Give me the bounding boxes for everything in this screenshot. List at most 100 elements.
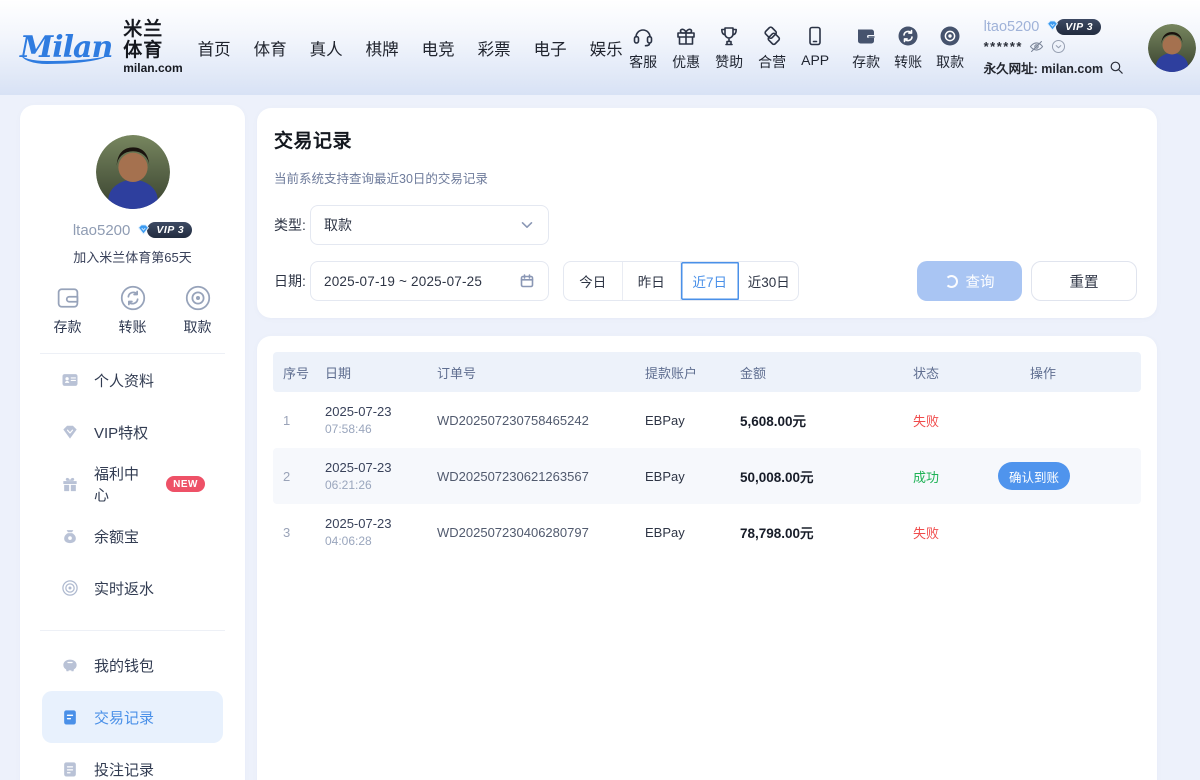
type-label: 类型: bbox=[274, 215, 310, 235]
sidebar-item-vip[interactable]: VIP特权 bbox=[42, 406, 223, 458]
row-account: EBPay bbox=[645, 469, 740, 484]
transaction-records-icon bbox=[60, 707, 80, 727]
masked-balance: ****** bbox=[984, 39, 1023, 54]
page-subtitle: 当前系统支持查询最近30日的交易记录 bbox=[274, 168, 488, 187]
preset-last7days[interactable]: 近7日 bbox=[681, 262, 740, 300]
preset-last30days[interactable]: 近30日 bbox=[740, 262, 799, 300]
sidebar-item-yuebao-label: 余额宝 bbox=[94, 526, 139, 547]
deposit-link[interactable]: 存款 bbox=[851, 24, 882, 72]
sidebar-item-transactions[interactable]: 交易记录 bbox=[42, 691, 223, 743]
eye-off-icon[interactable] bbox=[1028, 38, 1045, 55]
date-range-presets: 今日 昨日 近7日 近30日 bbox=[563, 261, 799, 301]
trophy-icon bbox=[717, 24, 741, 48]
sidebar-item-transactions-label: 交易记录 bbox=[94, 707, 154, 728]
row-order-no: WD202507230621263567 bbox=[437, 469, 645, 484]
balance-dropdown-icon[interactable] bbox=[1050, 38, 1067, 55]
table-row: 3 2025-07-23 04:06:28 WD2025072304062807… bbox=[273, 504, 1141, 560]
sidebar-menu-secondary: 我的钱包 交易记录 投注记录 bbox=[20, 639, 245, 780]
nav-board-games[interactable]: 棋牌 bbox=[361, 32, 404, 64]
vip-gem-icon bbox=[1044, 18, 1061, 35]
sidebar-item-profile[interactable]: 个人资料 bbox=[42, 354, 223, 406]
magnifier-icon[interactable] bbox=[1108, 59, 1125, 76]
avatar[interactable] bbox=[1148, 24, 1196, 72]
row-account: EBPay bbox=[645, 413, 740, 428]
sidebar-deposit-label: 存款 bbox=[54, 317, 82, 337]
col-action: 操作 bbox=[1018, 363, 1141, 382]
transfer-icon bbox=[896, 24, 920, 48]
permanent-url: 永久网址: milan.com bbox=[984, 58, 1103, 77]
nav-sports[interactable]: 体育 bbox=[249, 32, 292, 64]
partner-link[interactable]: 合营 bbox=[757, 24, 788, 72]
type-select[interactable]: 取款 bbox=[310, 205, 549, 245]
withdraw-label: 取款 bbox=[936, 52, 964, 72]
sidebar-item-rebate[interactable]: 实时返水 bbox=[42, 562, 223, 614]
sidebar-item-wallet[interactable]: 我的钱包 bbox=[42, 639, 223, 691]
sidebar-withdraw-label: 取款 bbox=[184, 317, 212, 337]
row-status: 失败 bbox=[913, 523, 1018, 542]
transfer-label: 转账 bbox=[894, 52, 922, 72]
row-amount: 5,608.00元 bbox=[740, 410, 913, 430]
sidebar-item-rebate-label: 实时返水 bbox=[94, 578, 154, 599]
transfer-link[interactable]: 转账 bbox=[893, 24, 924, 72]
confirm-received-button[interactable]: 确认到账 bbox=[998, 462, 1070, 490]
service-link[interactable]: 客服 bbox=[628, 24, 659, 72]
search-button[interactable]: 查询 bbox=[917, 261, 1022, 301]
nav-entertainment[interactable]: 娱乐 bbox=[585, 32, 628, 64]
sidebar-item-welfare[interactable]: 福利中心 NEW bbox=[42, 458, 223, 510]
row-datetime: 2025-07-23 07:58:46 bbox=[325, 404, 437, 436]
nav-home[interactable]: 首页 bbox=[193, 32, 236, 64]
sidebar: ltao5200 VIP 3 加入米兰体育第65天 存款 转账 取款 bbox=[20, 105, 245, 780]
row-action: 确认到账 bbox=[1018, 462, 1141, 490]
row-status: 失败 bbox=[913, 411, 1018, 430]
main-content: 交易记录 当前系统支持查询最近30日的交易记录 类型: 取款 日期: 2025-… bbox=[257, 108, 1157, 780]
nav-slots[interactable]: 电子 bbox=[529, 32, 572, 64]
row-order-no: WD202507230758465242 bbox=[437, 413, 645, 428]
sidebar-item-yuebao[interactable]: 余额宝 bbox=[42, 510, 223, 562]
sidebar-item-bets[interactable]: 投注记录 bbox=[42, 743, 223, 780]
main-nav: 首页 体育 真人 棋牌 电竞 彩票 电子 娱乐 bbox=[193, 32, 628, 64]
filter-card: 交易记录 当前系统支持查询最近30日的交易记录 类型: 取款 日期: 2025-… bbox=[257, 108, 1157, 318]
sidebar-transfer-action[interactable]: 转账 bbox=[117, 283, 148, 337]
type-filter-row: 类型: 取款 bbox=[274, 205, 549, 245]
nav-live[interactable]: 真人 bbox=[305, 32, 348, 64]
col-order-no: 订单号 bbox=[437, 363, 645, 382]
profile-vip-pill: VIP 3 bbox=[147, 222, 192, 238]
preset-yesterday[interactable]: 昨日 bbox=[623, 262, 682, 300]
preset-today[interactable]: 今日 bbox=[564, 262, 623, 300]
app-link[interactable]: APP bbox=[800, 24, 831, 72]
sidebar-deposit-action[interactable]: 存款 bbox=[52, 283, 83, 337]
date-range-input[interactable]: 2025-07-19 ~ 2025-07-25 bbox=[310, 261, 549, 301]
brand-logo[interactable]: Milan 米兰体育 milan.com bbox=[20, 20, 183, 75]
row-order-no: WD202507230406280797 bbox=[437, 525, 645, 540]
calendar-icon bbox=[519, 273, 535, 289]
withdraw-link[interactable]: 取款 bbox=[935, 24, 966, 72]
smartphone-icon bbox=[803, 24, 827, 48]
username[interactable]: ltao5200 bbox=[984, 19, 1040, 35]
row-index: 2 bbox=[283, 469, 325, 484]
withdraw-target-icon bbox=[183, 283, 213, 313]
logo-script-text: Milan bbox=[20, 30, 116, 65]
sidebar-withdraw-action[interactable]: 取款 bbox=[182, 283, 213, 337]
new-badge: NEW bbox=[166, 476, 205, 492]
deposit-wallet-icon bbox=[854, 24, 878, 48]
col-account: 提款账户 bbox=[645, 363, 740, 382]
partnership-icon bbox=[760, 24, 784, 48]
nav-lottery[interactable]: 彩票 bbox=[473, 32, 516, 64]
row-index: 1 bbox=[283, 413, 325, 428]
header-quick-links: 客服 优惠 赞助 合营 APP bbox=[628, 24, 831, 72]
rebate-rings-icon bbox=[60, 578, 80, 598]
sidebar-item-profile-label: 个人资料 bbox=[94, 370, 154, 391]
gem-icon bbox=[60, 422, 80, 442]
profile-username: ltao5200 bbox=[73, 222, 131, 239]
join-days-text: 加入米兰体育第65天 bbox=[20, 247, 245, 263]
reset-button[interactable]: 重置 bbox=[1031, 261, 1137, 301]
promo-link[interactable]: 优惠 bbox=[671, 24, 702, 72]
row-amount: 50,008.00元 bbox=[740, 466, 913, 486]
table-header-row: 序号 日期 订单号 提款账户 金额 状态 操作 bbox=[273, 352, 1141, 392]
promo-label: 优惠 bbox=[672, 52, 700, 72]
nav-esports[interactable]: 电竞 bbox=[417, 32, 460, 64]
sponsor-link[interactable]: 赞助 bbox=[714, 24, 745, 72]
row-amount: 78,798.00元 bbox=[740, 522, 913, 542]
vip-badge: VIP 3 bbox=[1044, 18, 1101, 35]
profile-avatar[interactable] bbox=[96, 135, 170, 209]
